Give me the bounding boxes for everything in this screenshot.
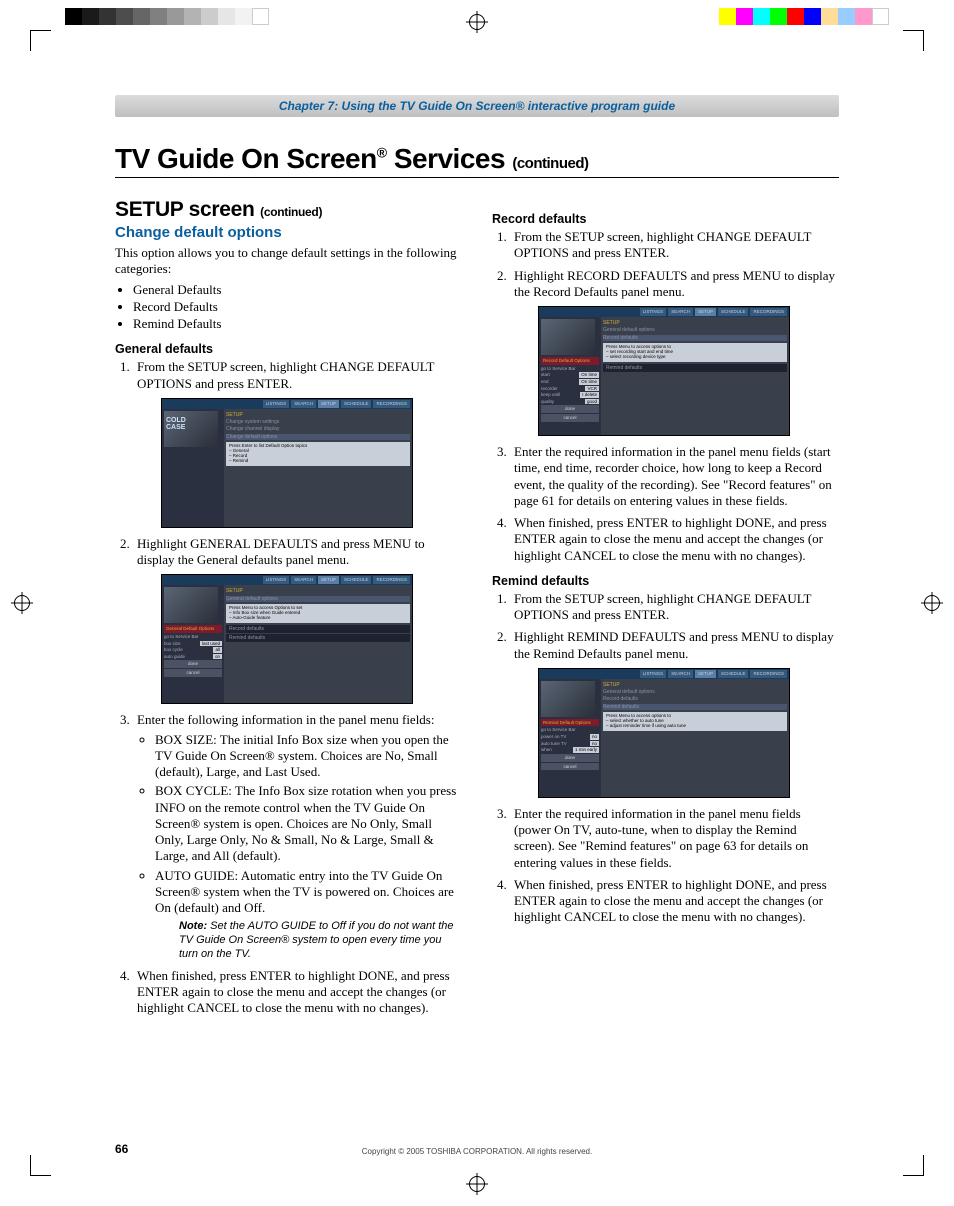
step: From the SETUP screen, highlight CHANGE …	[510, 229, 839, 262]
screenshot-setup-options: LISTINGSSEARCH SETUP SCHEDULERECORDINGS …	[161, 398, 413, 528]
note: Note: Set the AUTO GUIDE to Off if you d…	[179, 920, 462, 961]
step: Enter the required information in the pa…	[510, 806, 839, 871]
page-title: TV Guide On Screen® Services (continued)	[115, 143, 839, 178]
screenshot-record-defaults: LISTINGSSEARCH SETUP SCHEDULERECORDINGS …	[538, 306, 790, 436]
chapter-bar: Chapter 7: Using the TV Guide On Screen®…	[115, 95, 839, 117]
screenshot-general-defaults: LISTINGSSEARCH SETUP SCHEDULERECORDINGS …	[161, 574, 413, 704]
screenshot-remind-defaults: LISTINGSSEARCH SETUP SCHEDULERECORDINGS …	[538, 668, 790, 798]
general-steps: From the SETUP screen, highlight CHANGE …	[133, 359, 462, 1016]
step: From the SETUP screen, highlight CHANGE …	[133, 359, 462, 528]
crop-mark-icon	[903, 30, 924, 51]
gray-bars	[65, 8, 269, 25]
color-bars	[719, 8, 889, 25]
right-column: Record defaults From the SETUP screen, h…	[492, 182, 839, 1022]
page-number: 66	[115, 1142, 128, 1156]
topic-heading: General defaults	[115, 342, 462, 356]
sub-item: BOX SIZE: The initial Info Box size when…	[155, 732, 462, 781]
step: From the SETUP screen, highlight CHANGE …	[510, 591, 839, 624]
remind-steps: From the SETUP screen, highlight CHANGE …	[510, 591, 839, 926]
registration-mark-icon	[469, 14, 485, 30]
list-item: Remind Defaults	[133, 316, 462, 332]
list-item: Record Defaults	[133, 299, 462, 315]
crop-mark-icon	[903, 1155, 924, 1176]
step: Enter the following information in the p…	[133, 712, 462, 961]
sub-item: BOX CYCLE: The Info Box size rotation wh…	[155, 783, 462, 864]
page-content: Chapter 7: Using the TV Guide On Screen®…	[115, 95, 839, 1156]
step: Highlight GENERAL DEFAULTS and press MEN…	[133, 536, 462, 705]
footer: Copyright © 2005 TOSHIBA CORPORATION. Al…	[115, 1147, 839, 1156]
topic-heading: Record defaults	[492, 212, 839, 226]
sub-item: AUTO GUIDE: Automatic entry into the TV …	[155, 868, 462, 962]
registration-mark-icon	[469, 1176, 485, 1192]
step: When finished, press ENTER to highlight …	[133, 968, 462, 1017]
intro-text: This option allows you to change default…	[115, 245, 462, 278]
step: Enter the required information in the pa…	[510, 444, 839, 509]
section-heading: SETUP screen (continued)	[115, 198, 462, 222]
step: When finished, press ENTER to highlight …	[510, 877, 839, 926]
step: Highlight RECORD DEFAULTS and press MENU…	[510, 268, 839, 437]
registration-mark-icon	[14, 595, 30, 611]
list-item: General Defaults	[133, 282, 462, 298]
registration-mark-icon	[924, 595, 940, 611]
step: When finished, press ENTER to highlight …	[510, 515, 839, 564]
crop-mark-icon	[30, 30, 51, 51]
topic-heading: Remind defaults	[492, 574, 839, 588]
step: Highlight REMIND DEFAULTS and press MENU…	[510, 629, 839, 798]
category-list: General Defaults Record Defaults Remind …	[133, 282, 462, 333]
record-steps: From the SETUP screen, highlight CHANGE …	[510, 229, 839, 564]
crop-mark-icon	[30, 1155, 51, 1176]
copyright: Copyright © 2005 TOSHIBA CORPORATION. Al…	[115, 1147, 839, 1156]
left-column: SETUP screen (continued) Change default …	[115, 182, 462, 1022]
subsection-heading: Change default options	[115, 224, 462, 241]
